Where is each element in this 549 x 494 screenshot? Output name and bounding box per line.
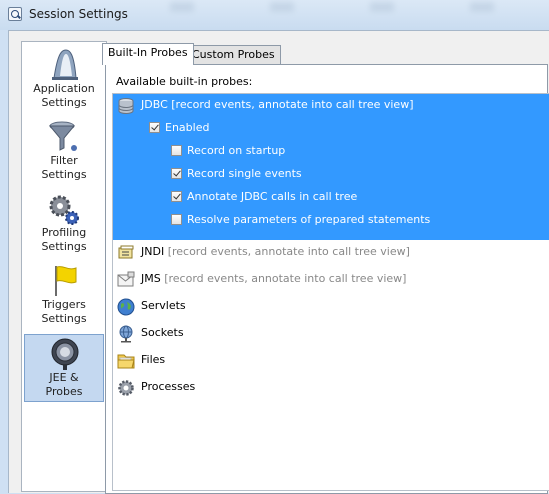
nav-label: Settings	[41, 240, 87, 253]
jee-probes-icon	[51, 338, 79, 370]
probe-name: JMS	[141, 272, 161, 285]
nav-item-profiling-settings[interactable]: Profiling Settings	[24, 190, 104, 258]
process-gears-icon	[118, 380, 134, 396]
jms-message-icon	[117, 271, 135, 287]
nav-label: Triggers	[42, 298, 86, 311]
nav-label: Profiling	[41, 226, 87, 239]
record-on-startup-checkbox[interactable]	[171, 145, 182, 156]
tab-custom-probes[interactable]: Custom Probes	[186, 45, 281, 65]
triggers-flag-icon	[55, 266, 77, 296]
option-label: Resolve parameters of prepared statement…	[187, 213, 431, 226]
probe-name: Files	[141, 353, 166, 366]
option-record-single-events[interactable]: Record single events	[171, 163, 471, 185]
profiling-gears-icon	[49, 195, 79, 225]
nav-item-filter-settings[interactable]: Filter Settings	[24, 118, 104, 186]
nav-label: Application	[33, 82, 95, 95]
annotate-jdbc-checkbox[interactable]	[171, 191, 182, 202]
enabled-checkbox[interactable]	[149, 122, 160, 133]
background-blur	[170, 2, 194, 12]
option-label: Record single events	[187, 167, 302, 180]
option-resolve-parameters[interactable]: Resolve parameters of prepared statement…	[171, 209, 511, 231]
background-blur	[270, 2, 294, 12]
nav-item-application-settings[interactable]: Application Settings	[24, 46, 104, 114]
option-enabled[interactable]: Enabled	[149, 117, 449, 139]
probe-description: [record events, annotate into call tree …	[167, 245, 410, 258]
option-label: Record on startup	[187, 144, 286, 157]
resolve-parameters-checkbox[interactable]	[171, 214, 182, 225]
probe-name: JDBC	[141, 98, 168, 111]
built-in-probes-panel: Available built-in probes: JDBC [record …	[105, 64, 549, 494]
nav-label: Probes	[45, 385, 83, 398]
settings-nav-panel: Application Settings Filter Settings Profi…	[21, 41, 107, 492]
nav-label: Settings	[41, 96, 87, 109]
available-probes-heading: Available built-in probes:	[116, 75, 253, 88]
probe-name: Servlets	[141, 299, 186, 312]
probe-name: JNDI	[141, 245, 165, 258]
probe-description: [record events, annotate into call tree …	[164, 272, 407, 285]
app-magnifier-icon	[8, 7, 22, 21]
application-settings-icon	[52, 49, 78, 80]
option-annotate-jdbc[interactable]: Annotate JDBC calls in call tree	[171, 186, 471, 208]
folder-icon	[117, 354, 135, 369]
option-label: Annotate JDBC calls in call tree	[187, 190, 358, 203]
background-blur	[470, 2, 494, 12]
probe-name: Sockets	[141, 326, 184, 339]
dialog-client-area: Application Settings Filter Settings Profi…	[8, 30, 549, 494]
nav-label: Filter	[50, 154, 78, 167]
network-globe-icon	[119, 325, 133, 343]
nav-item-triggers-settings[interactable]: Triggers Settings	[24, 262, 104, 330]
probes-tree[interactable]: JDBC [record events, annotate into call …	[112, 93, 549, 491]
window-title: Session Settings	[29, 7, 128, 21]
nav-label: Settings	[41, 168, 87, 181]
jndi-directory-icon	[118, 245, 134, 259]
database-icon	[118, 98, 134, 114]
option-record-on-startup[interactable]: Record on startup	[171, 140, 471, 162]
nav-label: JEE &	[49, 371, 79, 384]
nav-label: Settings	[41, 312, 87, 325]
background-blur	[370, 2, 394, 12]
record-single-events-checkbox[interactable]	[171, 168, 182, 179]
filter-funnel-icon	[48, 121, 77, 151]
probe-description: [record events, annotate into call tree …	[171, 98, 414, 111]
probe-name: Processes	[141, 380, 196, 393]
option-label: Enabled	[165, 121, 210, 134]
nav-item-jee-probes[interactable]: JEE & Probes	[24, 334, 104, 402]
window-title-bar: Session Settings	[0, 0, 549, 30]
tab-built-in-probes[interactable]: Built-In Probes	[102, 43, 194, 65]
globe-icon	[117, 298, 135, 316]
